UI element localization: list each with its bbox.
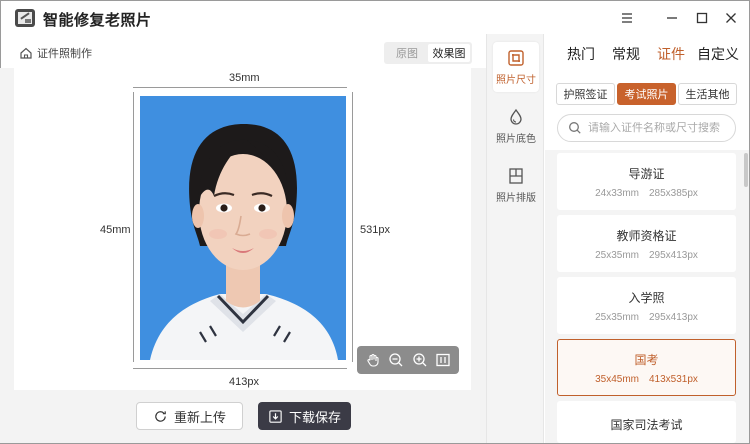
- zoom-out-icon[interactable]: [387, 351, 405, 369]
- size-card-name: 国考: [634, 352, 659, 367]
- size-card-selected[interactable]: 国考 35x45mm 413x531px: [557, 339, 736, 396]
- guide-bottom: [133, 368, 347, 369]
- tool-photo-size[interactable]: 照片尺寸: [493, 42, 539, 92]
- portrait-image: [140, 96, 346, 360]
- download-icon: [269, 409, 282, 423]
- id-photo[interactable]: [140, 96, 346, 360]
- height-px-label: 531px: [360, 224, 390, 236]
- home-icon: [20, 47, 32, 59]
- view-effect-tab[interactable]: 效果图: [428, 44, 470, 62]
- size-card[interactable]: 导游证 24x33mm 285x385px: [557, 153, 736, 210]
- size-card-mm: 24x33mm: [595, 187, 639, 199]
- breadcrumb-label: 证件照制作: [37, 48, 92, 60]
- tool-photo-layout-label: 照片排版: [496, 192, 536, 204]
- tool-sidebar: 照片尺寸 照片底色 照片排版: [486, 34, 544, 443]
- tool-photo-layout[interactable]: 照片排版: [493, 160, 539, 210]
- reupload-button[interactable]: 重新上传: [136, 402, 243, 430]
- size-card-name: 国家司法考试: [610, 418, 683, 432]
- size-card[interactable]: 国家司法考试: [557, 401, 736, 443]
- tab-hot[interactable]: 热门: [567, 44, 595, 64]
- size-card[interactable]: 入学照 25x35mm 295x413px: [557, 277, 736, 334]
- view-original-tab[interactable]: 原图: [386, 44, 428, 62]
- subtab-exam-photo[interactable]: 考试照片: [617, 83, 676, 105]
- search-icon: [569, 122, 581, 134]
- maximize-icon[interactable]: [693, 9, 711, 27]
- save-label: 下载保存: [288, 409, 341, 425]
- layout-icon: [509, 167, 523, 184]
- fit-icon[interactable]: [434, 351, 452, 369]
- size-card-px: 413x531px: [648, 373, 698, 385]
- reupload-label: 重新上传: [173, 409, 226, 425]
- search-input[interactable]: [588, 122, 728, 134]
- size-card-name: 教师资格证: [616, 228, 677, 243]
- breadcrumb[interactable]: 证件照制作: [19, 45, 92, 61]
- tool-photo-bg-label: 照片底色: [496, 133, 536, 145]
- subtab-passport-visa[interactable]: 护照签证: [556, 83, 615, 105]
- size-search: [557, 114, 736, 142]
- size-card-name: 导游证: [628, 166, 665, 181]
- width-px-label: 413px: [229, 376, 259, 388]
- size-card-px: 295x413px: [648, 249, 698, 261]
- zoom-in-icon[interactable]: [411, 351, 429, 369]
- height-mm-label: 45mm: [100, 224, 131, 236]
- width-mm-label: 35mm: [229, 72, 260, 84]
- app-title: 智能修复老照片: [43, 12, 152, 29]
- refresh-icon: [155, 410, 166, 422]
- tab-regular[interactable]: 常规: [612, 44, 640, 64]
- drop-icon: [510, 108, 522, 125]
- subtab-life-other[interactable]: 生活其他: [678, 83, 737, 105]
- zoom-toolbar: [357, 346, 459, 374]
- size-card-mm: 25x35mm: [595, 311, 639, 323]
- size-card-px: 285x385px: [648, 187, 698, 199]
- menu-icon[interactable]: [618, 9, 636, 27]
- app-logo-icon: [15, 9, 35, 27]
- close-icon[interactable]: [722, 9, 740, 27]
- tab-custom[interactable]: 自定义: [697, 44, 739, 64]
- minimize-icon[interactable]: [663, 9, 681, 27]
- size-card-mm: 35x45mm: [595, 373, 639, 385]
- tool-photo-size-label: 照片尺寸: [496, 74, 536, 86]
- guide-right: [352, 92, 353, 362]
- hand-icon[interactable]: [364, 351, 382, 369]
- guide-top: [133, 87, 347, 88]
- size-card[interactable]: 教师资格证 25x35mm 295x413px: [557, 215, 736, 272]
- guide-left: [133, 92, 134, 362]
- save-button[interactable]: 下载保存: [258, 402, 351, 430]
- list-scrollbar[interactable]: [744, 153, 748, 187]
- title-bar: 智能修复老照片: [1, 1, 749, 35]
- view-toggle: 原图 效果图: [384, 42, 472, 64]
- tool-photo-bg[interactable]: 照片底色: [493, 101, 539, 151]
- size-card-px: 295x413px: [648, 311, 698, 323]
- crop-icon: [508, 49, 524, 66]
- tab-id[interactable]: 证件: [657, 44, 685, 64]
- size-card-name: 入学照: [628, 290, 665, 305]
- size-card-mm: 25x35mm: [595, 249, 639, 261]
